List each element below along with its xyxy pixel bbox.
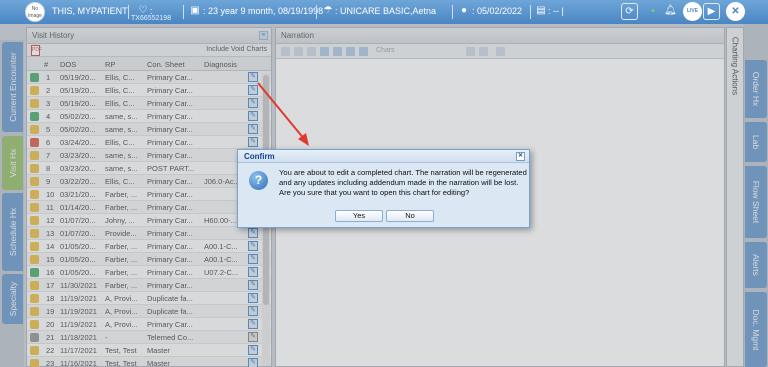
dialog-title: Confirm [244, 152, 275, 161]
header-divider [183, 5, 184, 19]
header-divider [128, 5, 129, 19]
dialog-close-icon[interactable]: ✕ [516, 152, 525, 161]
patient-name: THIS, MYPATIENT [52, 6, 128, 16]
question-icon: ? [249, 171, 268, 190]
live-badge[interactable]: LIVE [683, 2, 702, 21]
yes-button[interactable]: Yes [335, 210, 383, 222]
header-divider [530, 5, 531, 19]
refresh-button[interactable]: ⟳ [621, 3, 638, 20]
confirm-dialog: Confirm ✕ ? You are about to edit a comp… [237, 149, 530, 228]
photo-placeholder-label: No Image [28, 6, 42, 19]
status-dot-icon: • [651, 6, 655, 17]
play-button[interactable]: ▶ [703, 3, 720, 20]
document-icon: ▤ [536, 5, 546, 16]
patient-photo[interactable]: No Image [25, 2, 45, 22]
dialog-titlebar: Confirm ✕ [238, 150, 529, 163]
visit-date: : 05/02/2022 [472, 6, 523, 16]
no-button[interactable]: No [386, 210, 434, 222]
bell-icon[interactable]: 🔔︎ [664, 5, 677, 17]
dialog-message: You are about to edit a completed chart.… [279, 168, 527, 197]
close-icon[interactable]: ✕ [726, 2, 745, 21]
patient-header-bar: No Image THIS, MYPATIENT ♡ : TX66552198 … [0, 0, 768, 24]
location-pin-icon: ● [460, 5, 468, 16]
umbrella-icon: ☂ [323, 5, 333, 16]
insurance: : UNICARE BASIC,Aetna [335, 6, 437, 16]
calendar-person-icon: ▣ [190, 5, 200, 16]
age-dob: : 23 year 9 month, 08/19/1998 [203, 6, 324, 16]
chart-id: TX66552198 [131, 15, 172, 22]
misc-info: : -- | [548, 6, 564, 16]
header-divider [316, 5, 317, 19]
header-divider [452, 5, 453, 19]
